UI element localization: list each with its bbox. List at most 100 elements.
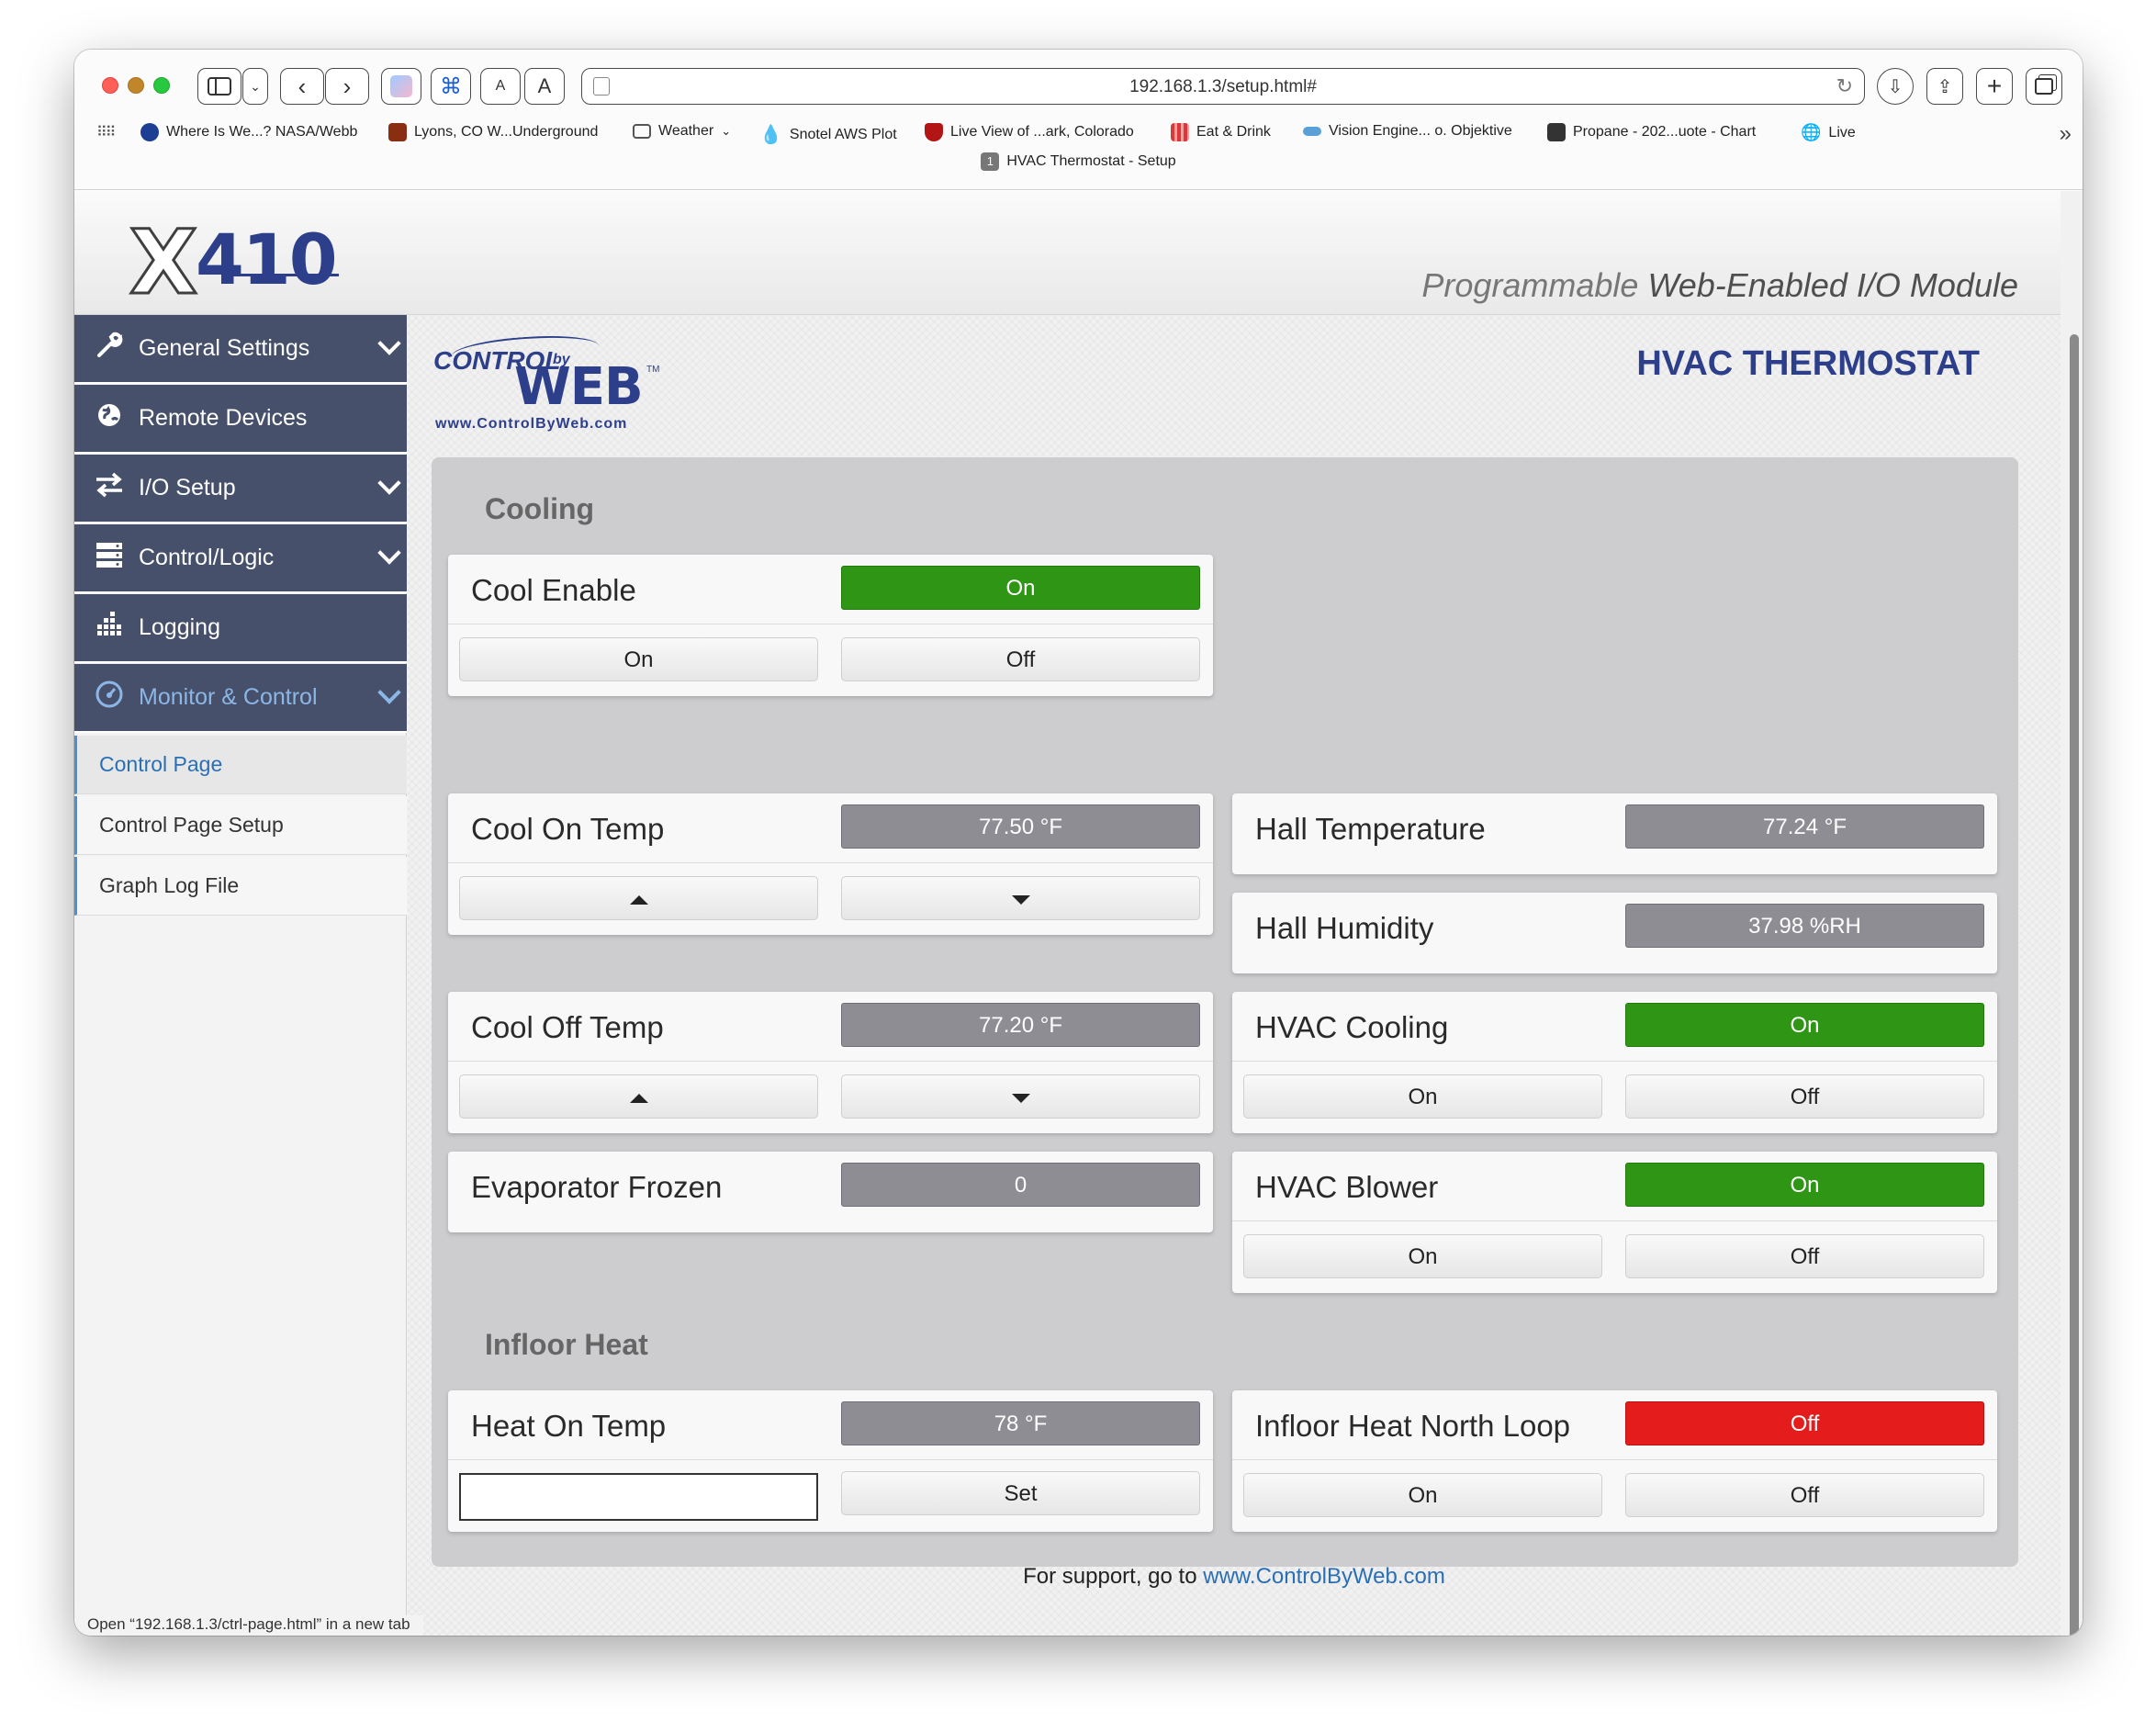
- cloud-icon: [1303, 127, 1321, 136]
- status-indicator: On: [841, 566, 1200, 610]
- card-name: Evaporator Frozen: [471, 1170, 723, 1204]
- sidebar-item-logging[interactable]: Logging: [74, 594, 407, 663]
- share-icon: ⇪: [1937, 76, 1953, 97]
- control-panel: Cooling Cool Enable On On Off Cool On Te…: [432, 457, 2018, 1567]
- triangle-down-icon: [1011, 1093, 1030, 1103]
- card-cool-enable: Cool Enable On On Off: [448, 555, 1213, 696]
- downloads-button[interactable]: ⇩: [1877, 68, 1914, 105]
- card-name: Hall Humidity: [1255, 911, 1434, 945]
- cool-off-temp-increment-button[interactable]: [459, 1074, 818, 1119]
- card-hvac-cooling: HVAC Cooling On On Off: [1232, 992, 1997, 1133]
- more-bookmarks-icon[interactable]: »: [2060, 121, 2072, 147]
- card-name: Hall Temperature: [1255, 812, 1486, 846]
- shield-icon: [925, 123, 943, 141]
- card-hall-temperature: Hall Temperature 77.24 °F: [1232, 793, 1997, 874]
- page-scrollbar[interactable]: [2070, 334, 2079, 1636]
- bookmark-wunderground[interactable]: Lyons, CO W...Underground: [388, 123, 598, 141]
- address-bar[interactable]: 192.168.1.3/setup.html# ↻: [581, 68, 1865, 105]
- triangle-up-icon: [629, 1093, 648, 1103]
- sidebar-subitem-graph-log-file[interactable]: Graph Log File: [74, 857, 407, 916]
- share-button[interactable]: ⇪: [1926, 68, 1963, 105]
- wrench-icon: [91, 332, 128, 366]
- bookmark-label: Vision Engine... o. Objektive: [1329, 123, 1512, 139]
- sidebar-subitem-control-page[interactable]: Control Page: [74, 736, 407, 794]
- support-link[interactable]: www.ControlByWeb.com: [1203, 1564, 1445, 1589]
- sidebar-item-control-logic[interactable]: Control/Logic: [74, 524, 407, 593]
- bookmark-nasa-webb[interactable]: Where Is We...? NASA/Webb: [140, 123, 357, 141]
- new-tab-button[interactable]: +: [1976, 68, 2013, 105]
- tab-title-bar[interactable]: 1 HVAC Thermostat - Setup: [74, 152, 2083, 171]
- card-heat-on-temp: Heat On Temp 78 °F Set: [448, 1390, 1213, 1532]
- hvac-blower-off-button[interactable]: Off: [1625, 1234, 1984, 1278]
- card-cool-off-temp: Cool Off Temp 77.20 °F: [448, 992, 1213, 1133]
- minimize-window-button[interactable]: [128, 77, 144, 94]
- text-large-icon: A: [537, 74, 552, 97]
- chevron-down-icon: [377, 541, 401, 565]
- value-readout: 0: [841, 1163, 1200, 1207]
- sidebar-item-io-setup[interactable]: I/O Setup: [74, 455, 407, 523]
- zoom-window-button[interactable]: [153, 77, 170, 94]
- sidebar-item-monitor-control[interactable]: Monitor & Control: [74, 664, 407, 733]
- bookmark-live-view[interactable]: Live View of ...ark, Colorado: [925, 123, 1134, 141]
- text-smaller-button[interactable]: A: [480, 68, 521, 105]
- card-cool-on-temp: Cool On Temp 77.50 °F: [448, 793, 1213, 935]
- cool-enable-on-button[interactable]: On: [459, 637, 818, 681]
- sidebar-subitem-control-page-setup[interactable]: Control Page Setup: [74, 796, 407, 855]
- browser-window: ⌄ ‹ › ⌘ A A 192.168.1.3/setup.html# ↻ ⇩: [74, 50, 2083, 1636]
- status-indicator: On: [1625, 1003, 1984, 1047]
- tab-overview-button[interactable]: [2026, 68, 2062, 105]
- extension-button[interactable]: [381, 68, 421, 105]
- controlbyweb-logo: CONTROL by WEB TM www.ControlByWeb.com: [433, 328, 672, 432]
- scrollbar-thumb[interactable]: [2070, 334, 2079, 1636]
- heat-on-temp-set-button[interactable]: Set: [841, 1471, 1200, 1515]
- card-name: Cool On Temp: [471, 812, 665, 846]
- sidebar-item-general-settings[interactable]: General Settings: [74, 315, 407, 384]
- hvac-cooling-off-button[interactable]: Off: [1625, 1074, 1984, 1119]
- card-name: Cool Off Temp: [471, 1010, 664, 1044]
- bookmark-weather-folder[interactable]: Weather ⌄: [633, 123, 731, 140]
- triangle-down-icon: [1011, 894, 1030, 905]
- cool-on-temp-increment-button[interactable]: [459, 876, 818, 920]
- nasa-icon: [140, 123, 159, 141]
- tabs-icon: [2035, 78, 2053, 95]
- cool-off-temp-decrement-button[interactable]: [841, 1074, 1200, 1119]
- bookmark-live[interactable]: 🌐 Live: [1801, 123, 1856, 142]
- value-readout: 37.98 %RH: [1625, 904, 1984, 948]
- tab-group-dropdown[interactable]: ⌄: [242, 68, 268, 105]
- bookmark-eat-drink[interactable]: Eat & Drink: [1171, 123, 1271, 141]
- bookmarks-bar: Where Is We...? NASA/Webb Lyons, CO W...…: [74, 118, 2083, 149]
- close-window-button[interactable]: [102, 77, 118, 94]
- triangle-up-icon: [629, 894, 648, 905]
- value-readout: 77.20 °F: [841, 1003, 1200, 1047]
- heat-on-temp-input[interactable]: [459, 1473, 818, 1521]
- sidebar-icon: [208, 77, 231, 96]
- download-icon: ⇩: [1887, 76, 1903, 97]
- infloor-north-loop-off-button[interactable]: Off: [1625, 1473, 1984, 1517]
- bookmark-propane[interactable]: Propane - 202...uote - Chart: [1547, 123, 1756, 141]
- sidebar-item-label: I/O Setup: [139, 475, 236, 500]
- forward-button[interactable]: ›: [325, 68, 369, 105]
- bookmark-label: Lyons, CO W...Underground: [414, 124, 599, 140]
- infloor-north-loop-on-button[interactable]: On: [1243, 1473, 1602, 1517]
- text-larger-button[interactable]: A: [524, 68, 565, 105]
- cool-on-temp-decrement-button[interactable]: [841, 876, 1200, 920]
- sidebar-toggle-button[interactable]: [197, 68, 241, 105]
- back-button[interactable]: ‹: [280, 68, 324, 105]
- sidebar-item-remote-devices[interactable]: Remote Devices: [74, 385, 407, 454]
- support-text: For support, go to: [1023, 1564, 1204, 1589]
- grid-icon: [1171, 123, 1189, 141]
- command-icon: ⌘: [440, 73, 462, 99]
- command-button[interactable]: ⌘: [431, 68, 471, 105]
- cool-enable-off-button[interactable]: Off: [841, 637, 1200, 681]
- hvac-cooling-on-button[interactable]: On: [1243, 1074, 1602, 1119]
- wunderground-icon: [388, 123, 407, 141]
- bookmark-vision-engine[interactable]: Vision Engine... o. Objektive: [1303, 123, 1512, 140]
- bookmark-label: Live: [1828, 124, 1856, 141]
- sidebar-item-label: Control/Logic: [139, 545, 275, 570]
- hvac-blower-on-button[interactable]: On: [1243, 1234, 1602, 1278]
- reload-icon[interactable]: ↻: [1836, 74, 1853, 98]
- bookmark-snotel[interactable]: 💧 Snotel AWS Plot: [759, 123, 897, 146]
- value-readout: 77.50 °F: [841, 804, 1200, 849]
- value-readout: 77.24 °F: [1625, 804, 1984, 849]
- section-title-infloor-heat: Infloor Heat: [485, 1328, 648, 1361]
